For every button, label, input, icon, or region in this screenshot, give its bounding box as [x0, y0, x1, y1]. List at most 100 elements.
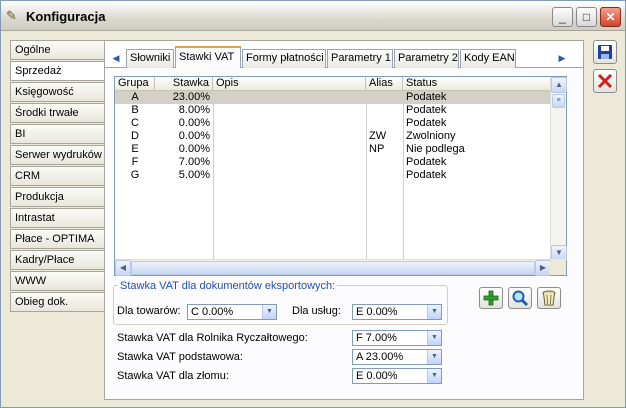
cell-grupa: C	[131, 117, 139, 129]
sidebar-item-place-optima[interactable]: Płace - OPTIMA	[10, 229, 105, 249]
cancel-icon	[597, 73, 613, 89]
sidebar-item-crm[interactable]: CRM	[10, 166, 105, 186]
cell-grupa: B	[131, 104, 139, 116]
cell-grupa: D	[131, 130, 139, 142]
sidebar-item-sprzedaz[interactable]: Sprzedaż	[10, 61, 107, 81]
cell-grupa: G	[130, 169, 140, 181]
table-row[interactable]: D 0.00% ZW Zwolniony	[115, 130, 551, 143]
horizontal-scrollbar[interactable]: ◀ ▶	[115, 259, 551, 276]
cell-status: Podatek	[406, 117, 447, 129]
scroll-right-icon[interactable]: ▶	[535, 260, 551, 276]
chevron-down-icon[interactable]: ▼	[427, 369, 441, 383]
sidebar-item-kadry-place[interactable]: Kadry/Płace	[10, 250, 105, 270]
towary-label: Dla towarów:	[117, 305, 181, 317]
column-header-stawka[interactable]: Stawka	[155, 77, 213, 91]
sidebar-item-www[interactable]: WWW	[10, 271, 105, 291]
cell-opis	[213, 169, 366, 182]
close-button[interactable]: ✕	[600, 7, 621, 27]
cell-opis	[213, 104, 366, 117]
sidebar-item-bi[interactable]: BI	[10, 124, 105, 144]
sidebar-item-produkcja[interactable]: Produkcja	[10, 187, 105, 207]
title-bar: ✎ Konfiguracja _ □ ✕	[1, 1, 625, 31]
cell-stawka: 23.00%	[172, 91, 210, 103]
scroll-thumb-horizontal[interactable]	[131, 261, 535, 275]
scroll-left-icon[interactable]: ◀	[115, 260, 131, 276]
cell-alias	[366, 91, 403, 104]
column-header-opis[interactable]: Opis	[213, 77, 366, 91]
cell-alias	[366, 104, 403, 117]
vat-rates-table[interactable]: Grupa Stawka Opis Alias Status A 23.00% Po…	[114, 76, 567, 276]
cell-alias	[366, 117, 403, 130]
tab-scroll-left-icon[interactable]: ◀	[110, 52, 122, 64]
chevron-down-icon[interactable]: ▼	[262, 305, 276, 319]
tab-stawki-vat[interactable]: Stawki VAT	[175, 46, 241, 68]
zlom-vat-select[interactable]: E 0.00% ▼	[352, 368, 442, 384]
cell-alias: NP	[369, 143, 385, 155]
cancel-button[interactable]	[593, 69, 617, 93]
rolnik-vat-value: F 7.00%	[356, 332, 397, 344]
table-row[interactable]: E 0.00% NP Nie podlega	[115, 143, 551, 156]
column-header-alias[interactable]: Alias	[366, 77, 403, 91]
cell-opis	[213, 91, 366, 104]
towary-vat-select[interactable]: C 0.00% ▼	[187, 304, 277, 320]
sidebar-item-serwer-wydrukow[interactable]: Serwer wydruków	[10, 145, 105, 165]
cell-stawka: 0.00%	[178, 143, 210, 155]
chevron-down-icon[interactable]: ▼	[427, 350, 441, 364]
sidebar-item-ogolne[interactable]: Ogólne	[10, 40, 105, 60]
uslugi-vat-select[interactable]: E 0.00% ▼	[352, 304, 442, 320]
rolnik-label: Stawka VAT dla Rolnika Ryczałtowego:	[117, 332, 308, 344]
preview-button[interactable]	[508, 287, 532, 309]
sidebar-nav: Ogólne Sprzedaż Księgowość Środki trwałe…	[10, 40, 107, 313]
sidebar-item-ksiegowosc[interactable]: Księgowość	[10, 82, 105, 102]
minimize-button[interactable]: _	[552, 7, 573, 27]
table-row[interactable]: A 23.00% Podatek	[115, 91, 551, 104]
cell-opis	[213, 143, 366, 156]
scroll-thumb-vertical[interactable]: ≡	[552, 94, 565, 108]
cell-stawka: 5.00%	[178, 169, 210, 181]
table-row[interactable]: F 7.00% Podatek	[115, 156, 551, 169]
cell-stawka: 0.00%	[178, 117, 210, 129]
sidebar-item-obieg-dok[interactable]: Obieg dok.	[10, 292, 105, 312]
cell-grupa: F	[131, 156, 139, 168]
cell-opis	[213, 130, 366, 143]
table-row[interactable]: C 0.00% Podatek	[115, 117, 551, 130]
cell-status: Podatek	[406, 169, 447, 181]
tab-parametry-2[interactable]: Parametry 2	[394, 49, 459, 68]
rolnik-vat-select[interactable]: F 7.00% ▼	[352, 330, 442, 346]
add-button[interactable]	[479, 287, 503, 309]
tab-parametry-1[interactable]: Parametry 1	[327, 49, 393, 68]
cell-opis	[213, 156, 366, 169]
zlom-vat-value: E 0.00%	[356, 370, 398, 382]
vertical-scrollbar[interactable]: ▲ ≡ ▼	[550, 77, 567, 261]
add-icon	[483, 290, 499, 306]
table-row[interactable]: B 8.00% Podatek	[115, 104, 551, 117]
tab-kody-ean[interactable]: Kody EAN	[460, 49, 516, 68]
podstawowa-vat-value: A 23.00%	[356, 351, 404, 363]
cell-stawka: 7.00%	[178, 156, 210, 168]
save-button[interactable]	[593, 40, 617, 64]
app-icon: ✎	[6, 8, 17, 23]
chevron-down-icon[interactable]: ▼	[427, 331, 441, 345]
tab-formy-platnosci[interactable]: Formy płatności	[242, 49, 326, 68]
chevron-down-icon[interactable]: ▼	[427, 305, 441, 319]
scroll-up-icon[interactable]: ▲	[551, 77, 567, 93]
tab-slowniki[interactable]: Słowniki	[126, 49, 174, 68]
cell-grupa: E	[131, 143, 139, 155]
save-icon	[598, 45, 612, 59]
podstawowa-vat-select[interactable]: A 23.00% ▼	[352, 349, 442, 365]
sidebar-item-intrastat[interactable]: Intrastat	[10, 208, 105, 228]
table-row[interactable]: G 5.00% Podatek	[115, 169, 551, 182]
uslugi-vat-value: E 0.00%	[356, 306, 398, 318]
column-header-grupa[interactable]: Grupa	[115, 77, 155, 91]
column-header-status[interactable]: Status	[403, 77, 551, 91]
cell-alias	[366, 156, 403, 169]
config-window: ✎ Konfiguracja _ □ ✕ Ogólne Sprzedaż Ksi…	[0, 0, 626, 408]
cell-opis	[213, 117, 366, 130]
tab-scroll-right-icon[interactable]: ▶	[556, 52, 568, 64]
cell-status: Nie podlega	[406, 143, 465, 155]
delete-button[interactable]	[537, 287, 561, 309]
window-title: Konfiguracja	[26, 9, 106, 24]
podstawowa-label: Stawka VAT podstawowa:	[117, 351, 243, 363]
maximize-button[interactable]: □	[576, 7, 597, 27]
sidebar-item-srodki-trwale[interactable]: Środki trwałe	[10, 103, 105, 123]
